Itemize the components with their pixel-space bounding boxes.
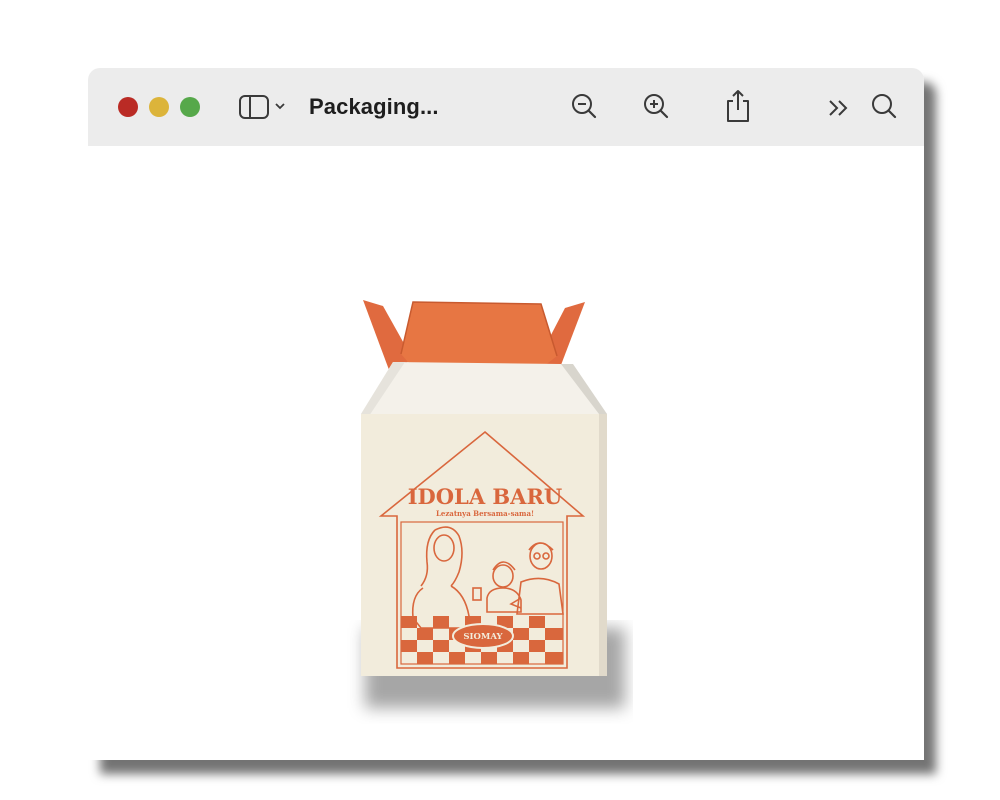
window-title: Packaging... [309, 94, 439, 119]
zoom-out-button[interactable] [570, 92, 600, 122]
chevron-double-right-icon [829, 100, 848, 116]
share-icon [727, 90, 749, 122]
search-button[interactable] [870, 92, 900, 122]
box-tagline: Lezatnya Bersama-sama! [436, 509, 534, 518]
title-bar: Packaging... [88, 68, 924, 146]
zoom-in-icon [644, 94, 669, 119]
maximize-button[interactable] [180, 97, 200, 117]
sidebar-icon [239, 95, 269, 119]
document-view: IDOLA BARU Lezatnya Bersama-sama! SIOMAY [88, 146, 924, 760]
sidebar-toggle-button[interactable] [238, 94, 270, 120]
close-button[interactable] [118, 97, 138, 117]
zoom-out-icon [572, 94, 597, 119]
more-toolbar-button[interactable] [826, 96, 852, 120]
packaging-box-illustration: IDOLA BARU Lezatnya Bersama-sama! SIOMAY [361, 300, 625, 708]
chevron-down-icon [275, 103, 285, 110]
sidebar-menu-chevron[interactable] [274, 102, 286, 110]
box-headline: IDOLA BARU [408, 484, 563, 509]
share-button[interactable] [724, 88, 752, 124]
search-icon [872, 94, 897, 119]
preview-window: Packaging... IDOLA BARU Lezatnya Bersama… [88, 68, 924, 760]
packaging-image: IDOLA BARU Lezatnya Bersama-sama! SIOMAY [343, 298, 633, 758]
zoom-in-button[interactable] [642, 92, 672, 122]
minimize-button[interactable] [149, 97, 169, 117]
box-product-label: SIOMAY [463, 632, 503, 642]
